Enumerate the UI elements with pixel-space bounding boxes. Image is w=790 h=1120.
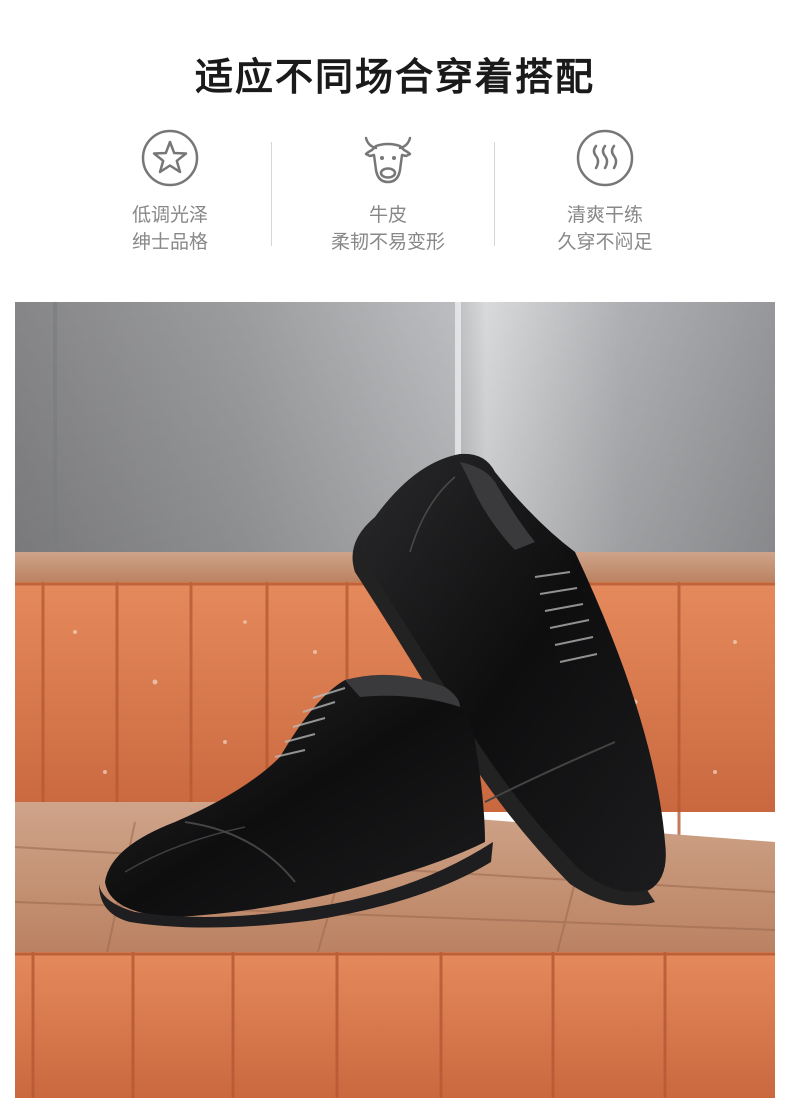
- feature-divider: [271, 142, 272, 246]
- feature-breathable: 清爽干练 久穿不闷足: [495, 128, 715, 256]
- shoes-on-brick-steps-image: [15, 302, 775, 1098]
- product-photo: [15, 302, 775, 1098]
- feature-gloss-subtitle: 绅士品格: [131, 231, 208, 253]
- feature-leather-subtitle: 柔韧不易变形: [330, 231, 445, 253]
- feature-row: 低调光泽 绅士品格 牛皮 柔韧不易变形 清爽干练 久穿不闷足: [0, 128, 790, 268]
- page-title: 适应不同场合穿着搭配: [194, 55, 595, 99]
- feature-breathable-title: 清爽干练: [566, 204, 643, 226]
- steam-vent-icon: [576, 129, 634, 187]
- cow-head-icon: [364, 136, 412, 184]
- star-badge-icon: [141, 129, 199, 187]
- feature-leather: 牛皮 柔韧不易变形: [278, 128, 498, 256]
- feature-gloss: 低调光泽 绅士品格: [60, 128, 280, 256]
- feature-leather-title: 牛皮: [368, 204, 407, 226]
- feature-gloss-title: 低调光泽: [131, 204, 208, 226]
- feature-breathable-subtitle: 久穿不闷足: [557, 231, 653, 253]
